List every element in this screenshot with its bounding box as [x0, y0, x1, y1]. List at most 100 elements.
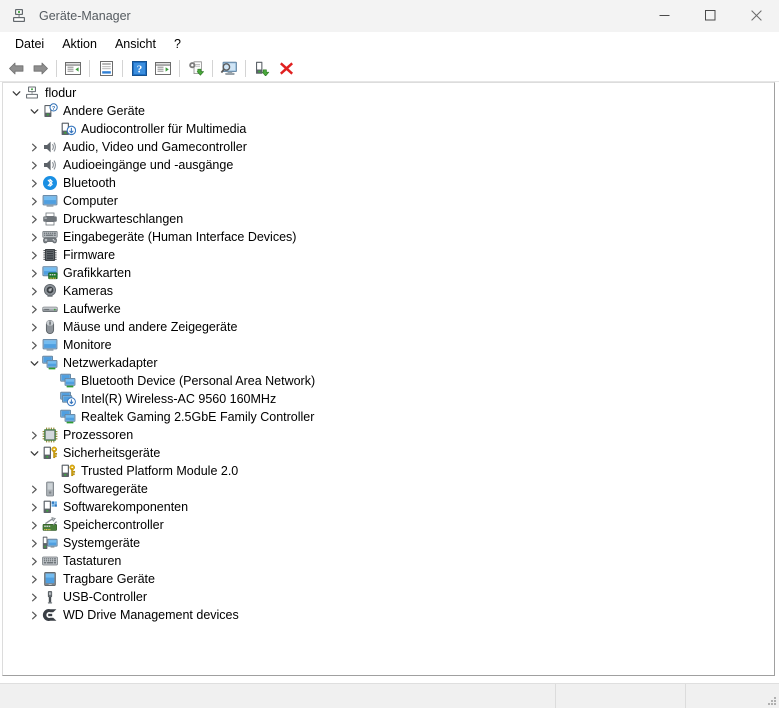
close-button[interactable]	[733, 0, 779, 31]
tree-node[interactable]: ? Andere Geräte	[3, 102, 774, 120]
properties-button[interactable]	[94, 58, 118, 80]
menu-ansicht[interactable]: Ansicht	[106, 34, 165, 54]
tree-node-label: Softwarekomponenten	[63, 500, 189, 514]
chevron-right-icon[interactable]	[26, 282, 42, 300]
network-adapter-icon	[60, 373, 76, 389]
forward-button[interactable]	[28, 58, 52, 80]
chevron-right-icon[interactable]	[26, 264, 42, 282]
tree-node[interactable]: Netzwerkadapter	[3, 354, 774, 372]
tree-node[interactable]: Audiocontroller für Multimedia	[3, 120, 774, 138]
chevron-right-icon[interactable]	[26, 588, 42, 606]
chevron-down-icon[interactable]	[8, 84, 24, 102]
tree-node[interactable]: Sicherheitsgeräte	[3, 444, 774, 462]
computer-node-icon	[24, 85, 40, 101]
uninstall-device-button[interactable]	[274, 58, 298, 80]
back-button[interactable]	[4, 58, 28, 80]
tree-node[interactable]: USB-Controller	[3, 588, 774, 606]
tree-node[interactable]: Eingabegeräte (Human Interface Devices)	[3, 228, 774, 246]
tree-node[interactable]: Tragbare Geräte	[3, 570, 774, 588]
tree-node[interactable]: Trusted Platform Module 2.0	[3, 462, 774, 480]
tree-node[interactable]: WD Drive Management devices	[3, 606, 774, 624]
chevron-right-icon[interactable]	[26, 336, 42, 354]
chevron-right-icon[interactable]	[26, 318, 42, 336]
processor-icon	[42, 427, 58, 443]
tree-node-label: Laufwerke	[63, 302, 121, 316]
chevron-down-icon[interactable]	[26, 354, 42, 372]
chevron-down-icon[interactable]	[26, 444, 42, 462]
chevron-right-icon[interactable]	[26, 228, 42, 246]
menu-help[interactable]: ?	[165, 34, 190, 54]
tree-node[interactable]: Mäuse und andere Zeigegeräte	[3, 318, 774, 336]
chevron-right-icon[interactable]	[26, 138, 42, 156]
update-driver-button[interactable]	[184, 58, 208, 80]
tree-node-label: Audioeingänge und -ausgänge	[63, 158, 234, 172]
tree-node[interactable]: Intel(R) Wireless-AC 9560 160MHz	[3, 390, 774, 408]
resize-grip[interactable]	[765, 694, 777, 706]
chevron-right-icon[interactable]	[26, 426, 42, 444]
tree-node[interactable]: Audioeingänge und -ausgänge	[3, 156, 774, 174]
tree-node[interactable]: Softwarekomponenten	[3, 498, 774, 516]
tree-node[interactable]: Speichercontroller	[3, 516, 774, 534]
tree-node[interactable]: Monitore	[3, 336, 774, 354]
tree-node[interactable]: Audio, Video und Gamecontroller	[3, 138, 774, 156]
tree-node[interactable]: Laufwerke	[3, 300, 774, 318]
tree-node[interactable]: Tastaturen	[3, 552, 774, 570]
disk-drive-icon	[42, 301, 58, 317]
tree-node[interactable]: Bluetooth Device (Personal Area Network)	[3, 372, 774, 390]
unknown-device-warning-icon	[60, 121, 76, 137]
uninstall-red-x-icon	[279, 61, 294, 76]
chevron-down-icon[interactable]	[26, 102, 42, 120]
storage-controller-icon	[42, 517, 58, 533]
chevron-right-icon[interactable]	[26, 498, 42, 516]
security-device-key-icon	[42, 445, 58, 461]
tree-node[interactable]: Bluetooth	[3, 174, 774, 192]
chevron-right-icon[interactable]	[26, 606, 42, 624]
action-pane-icon	[155, 61, 171, 76]
toolbar-separator-4	[179, 60, 180, 77]
tree-node[interactable]: Firmware	[3, 246, 774, 264]
software-component-icon	[42, 499, 58, 515]
properties-icon	[99, 61, 114, 76]
chevron-right-icon[interactable]	[26, 156, 42, 174]
chevron-right-icon[interactable]	[26, 174, 42, 192]
scan-hardware-changes-button[interactable]	[217, 58, 241, 80]
menu-datei[interactable]: Datei	[6, 34, 53, 54]
chevron-right-icon[interactable]	[26, 210, 42, 228]
wireless-adapter-icon	[60, 391, 76, 407]
tree-node[interactable]: Grafikkarten	[3, 264, 774, 282]
chevron-right-icon[interactable]	[26, 570, 42, 588]
chevron-right-icon[interactable]	[26, 552, 42, 570]
tree-node[interactable]: Druckwarteschlangen	[3, 210, 774, 228]
tree-node[interactable]: Softwaregeräte	[3, 480, 774, 498]
chevron-right-icon[interactable]	[26, 246, 42, 264]
chevron-right-icon[interactable]	[26, 534, 42, 552]
firmware-chip-icon	[42, 247, 58, 263]
hid-keyboard-gamepad-icon	[42, 229, 58, 245]
help-button[interactable]: ?	[127, 58, 151, 80]
device-tree: flodur ? Andere Geräte Audiocontroller für …	[3, 83, 774, 624]
tree-node[interactable]: Computer	[3, 192, 774, 210]
tree-node-label: Mäuse und andere Zeigegeräte	[63, 320, 238, 334]
show-hide-console-tree-button[interactable]	[61, 58, 85, 80]
tree-node-label: Eingabegeräte (Human Interface Devices)	[63, 230, 297, 244]
tree-node[interactable]: Kameras	[3, 282, 774, 300]
tree-node[interactable]: Realtek Gaming 2.5GbE Family Controller	[3, 408, 774, 426]
show-hide-action-pane-button[interactable]	[151, 58, 175, 80]
tree-node[interactable]: flodur	[3, 84, 774, 102]
tree-node-label: flodur	[45, 86, 77, 100]
device-tree-pane[interactable]: flodur ? Andere Geräte Audiocontroller für …	[2, 82, 775, 676]
chevron-right-icon[interactable]	[26, 480, 42, 498]
enable-device-button[interactable]	[250, 58, 274, 80]
minimize-button[interactable]	[641, 0, 687, 31]
chevron-right-icon[interactable]	[26, 300, 42, 318]
chevron-right-icon[interactable]	[26, 192, 42, 210]
tree-node[interactable]: Systemgeräte	[3, 534, 774, 552]
maximize-button[interactable]	[687, 0, 733, 31]
chevron-right-icon[interactable]	[26, 516, 42, 534]
mouse-icon	[42, 319, 58, 335]
tree-node-label: Bluetooth	[63, 176, 116, 190]
arrow-right-icon	[32, 61, 49, 76]
menu-aktion[interactable]: Aktion	[53, 34, 106, 54]
tree-node[interactable]: Prozessoren	[3, 426, 774, 444]
